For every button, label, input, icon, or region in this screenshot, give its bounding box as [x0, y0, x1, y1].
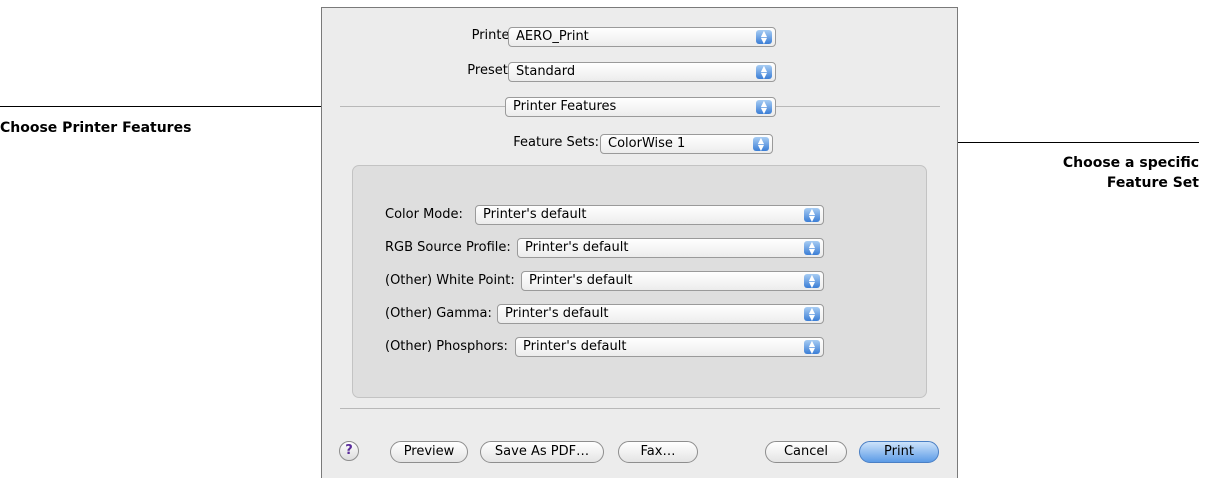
panel-separator-left: [340, 106, 505, 107]
popup-arrows-icon: ▲ ▼: [756, 65, 772, 80]
color-mode-label: Color Mode:: [385, 207, 463, 222]
rgb-source-profile-popup[interactable]: Printer's default ▲ ▼: [517, 238, 824, 258]
popup-arrows-icon: ▲ ▼: [804, 241, 820, 256]
presets-value: Standard: [516, 64, 576, 79]
callout-choose-printer-features: Choose Printer Features: [0, 120, 192, 136]
popup-arrows-icon: ▲ ▼: [753, 137, 769, 152]
phosphors-value: Printer's default: [523, 339, 627, 354]
preview-button[interactable]: Preview: [390, 441, 468, 463]
rgb-source-profile-label: RGB Source Profile:: [385, 240, 511, 255]
fax-button[interactable]: Fax…: [618, 441, 698, 463]
feature-sets-popup[interactable]: ColorWise 1 ▲ ▼: [600, 134, 773, 154]
gamma-label: (Other) Gamma:: [385, 306, 492, 321]
phosphors-label: (Other) Phosphors:: [385, 339, 508, 354]
phosphors-popup[interactable]: Printer's default ▲ ▼: [515, 337, 824, 357]
save-as-pdf-button[interactable]: Save As PDF…: [480, 441, 604, 463]
callout-choose-feature-set-line1: Choose a specific: [1062, 155, 1199, 171]
feature-sets-label: Feature Sets:: [513, 135, 599, 150]
features-group-box: Color Mode: Printer's default ▲ ▼ RGB Sou…: [352, 165, 927, 398]
popup-arrows-icon: ▲ ▼: [756, 30, 772, 45]
gamma-value: Printer's default: [505, 306, 609, 321]
panel-value: Printer Features: [513, 99, 617, 114]
popup-arrows-icon: ▲ ▼: [804, 340, 820, 355]
popup-arrows-icon: ▲ ▼: [804, 208, 820, 223]
popup-arrows-icon: ▲ ▼: [756, 100, 772, 115]
printer-popup[interactable]: AERO_Print ▲ ▼: [508, 27, 776, 47]
bottom-separator: [340, 408, 940, 409]
rgb-source-profile-value: Printer's default: [525, 240, 629, 255]
print-dialog: Printer: AERO_Print ▲ ▼ Presets: Standard…: [321, 7, 958, 478]
color-mode-value: Printer's default: [483, 207, 587, 222]
white-point-label: (Other) White Point:: [385, 273, 515, 288]
popup-arrows-icon: ▲ ▼: [804, 274, 820, 289]
white-point-value: Printer's default: [529, 273, 633, 288]
white-point-popup[interactable]: Printer's default ▲ ▼: [521, 271, 824, 291]
popup-arrows-icon: ▲ ▼: [804, 307, 820, 322]
callout-choose-feature-set-line2: Feature Set: [1106, 175, 1199, 191]
gamma-popup[interactable]: Printer's default ▲ ▼: [497, 304, 824, 324]
printer-value: AERO_Print: [516, 29, 589, 44]
panel-separator-right: [776, 106, 940, 107]
presets-popup[interactable]: Standard ▲ ▼: [508, 62, 776, 82]
feature-sets-value: ColorWise 1: [608, 136, 686, 151]
panel-popup[interactable]: Printer Features ▲ ▼: [505, 97, 776, 117]
cancel-button[interactable]: Cancel: [765, 441, 847, 463]
print-button[interactable]: Print: [859, 441, 939, 463]
color-mode-popup[interactable]: Printer's default ▲ ▼: [475, 205, 824, 225]
help-icon[interactable]: ?: [339, 441, 359, 461]
